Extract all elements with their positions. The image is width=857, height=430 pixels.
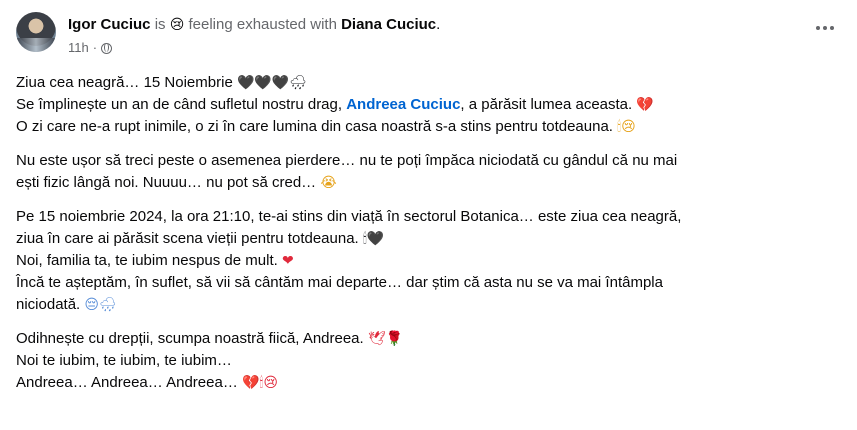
- feeling-emoji: 😢: [169, 17, 185, 33]
- line: Noi, familia ta, te iubim nespus de mult…: [16, 250, 836, 272]
- line: Andreea… Andreea… Andreea… 💔🕯😢: [16, 372, 836, 394]
- feeling-text: feeling exhausted with: [188, 16, 337, 33]
- pensive-cloud-emoji: 😔🌧: [84, 297, 117, 313]
- line: ești fizic lângă noi. Nuuuu… nu pot să c…: [16, 172, 836, 194]
- post-header: Igor Cuciuc is 😢 feeling exhausted with …: [68, 15, 440, 35]
- more-options-icon[interactable]: [813, 22, 837, 34]
- text: ziua în care ai părăsit scena vieții pen…: [16, 230, 363, 247]
- line: Nu este ușor să treci peste o asemenea p…: [16, 150, 836, 172]
- text: Noi te iubim, te iubim, te iubim…: [16, 352, 232, 369]
- line: niciodată. 😔🌧: [16, 294, 836, 316]
- line: Noi te iubim, te iubim, te iubim…: [16, 350, 836, 372]
- text: Ziua cea neagră… 15 Noiembrie: [16, 74, 237, 91]
- dot-2: [823, 26, 827, 30]
- text: Se împlinește un an de când sufletul nos…: [16, 96, 347, 113]
- post-body: Ziua cea neagră… 15 Noiembrie 🖤🖤🖤🌧 Se îm…: [16, 72, 836, 406]
- meta-separator: ·: [92, 40, 98, 55]
- broken-heart-candle-cry-emoji: 💔🕯😢: [241, 375, 278, 391]
- sobbing-emoji: 😭: [320, 175, 337, 191]
- header-period: .: [436, 16, 441, 33]
- dove-rose-emoji: 🕊🌹: [367, 331, 404, 347]
- dot-1: [816, 26, 820, 30]
- broken-heart-emoji: 💔: [636, 97, 654, 113]
- paragraph-2: Nu este ușor să treci peste o asemenea p…: [16, 150, 836, 194]
- heart-emoji: ❤: [281, 253, 294, 269]
- paragraph-3: Pe 15 noiembrie 2024, la ora 21:10, te-a…: [16, 206, 836, 316]
- text: O zi care ne-a rupt inimile, o zi în car…: [16, 118, 618, 135]
- line: O zi care ne-a rupt inimile, o zi în car…: [16, 116, 836, 138]
- line: Se împlinește un an de când sufletul nos…: [16, 94, 836, 116]
- line: ziua în care ai părăsit scena vieții pen…: [16, 228, 836, 250]
- dot-3: [830, 26, 834, 30]
- text: Nu este ușor să treci peste o asemenea p…: [16, 152, 678, 169]
- facebook-post: Igor Cuciuc is 😢 feeling exhausted with …: [0, 0, 857, 430]
- post-meta: 11h ·: [68, 40, 113, 56]
- paragraph-1: Ziua cea neagră… 15 Noiembrie 🖤🖤🖤🌧 Se îm…: [16, 72, 836, 138]
- avatar[interactable]: [16, 12, 56, 52]
- text: Pe 15 noiembrie 2024, la ora 21:10, te-a…: [16, 208, 682, 225]
- text: niciodată.: [16, 296, 85, 313]
- paragraph-4: Odihnește cu drepții, scumpa noastră fii…: [16, 328, 836, 394]
- line: Încă te așteptăm, în suflet, să vii să c…: [16, 272, 836, 294]
- text: ești fizic lângă noi. Nuuuu… nu pot să c…: [16, 174, 321, 191]
- author-name[interactable]: Igor Cuciuc: [68, 16, 151, 33]
- candle-black-heart-emoji: 🕯🖤: [362, 231, 385, 247]
- is-text: is: [154, 16, 166, 33]
- post-time[interactable]: 11h: [68, 40, 89, 56]
- mention-link[interactable]: Andreea Cuciuc: [346, 96, 460, 113]
- text: Odihnește cu drepții, scumpa noastră fii…: [16, 330, 368, 347]
- globe-icon[interactable]: [101, 42, 113, 54]
- emoji-black-hearts-cloud: 🖤🖤🖤🌧: [236, 75, 308, 91]
- text: Noi, familia ta, te iubim nespus de mult…: [16, 252, 282, 269]
- line: Pe 15 noiembrie 2024, la ora 21:10, te-a…: [16, 206, 836, 228]
- tagged-user[interactable]: Diana Cuciuc: [341, 16, 436, 33]
- line: Ziua cea neagră… 15 Noiembrie 🖤🖤🖤🌧: [16, 72, 836, 94]
- text: Încă te așteptăm, în suflet, să vii să c…: [16, 274, 663, 291]
- text: , a părăsit lumea aceasta.: [460, 96, 637, 113]
- text: Andreea… Andreea… Andreea…: [16, 374, 242, 391]
- line: Odihnește cu drepții, scumpa noastră fii…: [16, 328, 836, 350]
- candle-cry-emoji: 🕯😢: [617, 119, 636, 135]
